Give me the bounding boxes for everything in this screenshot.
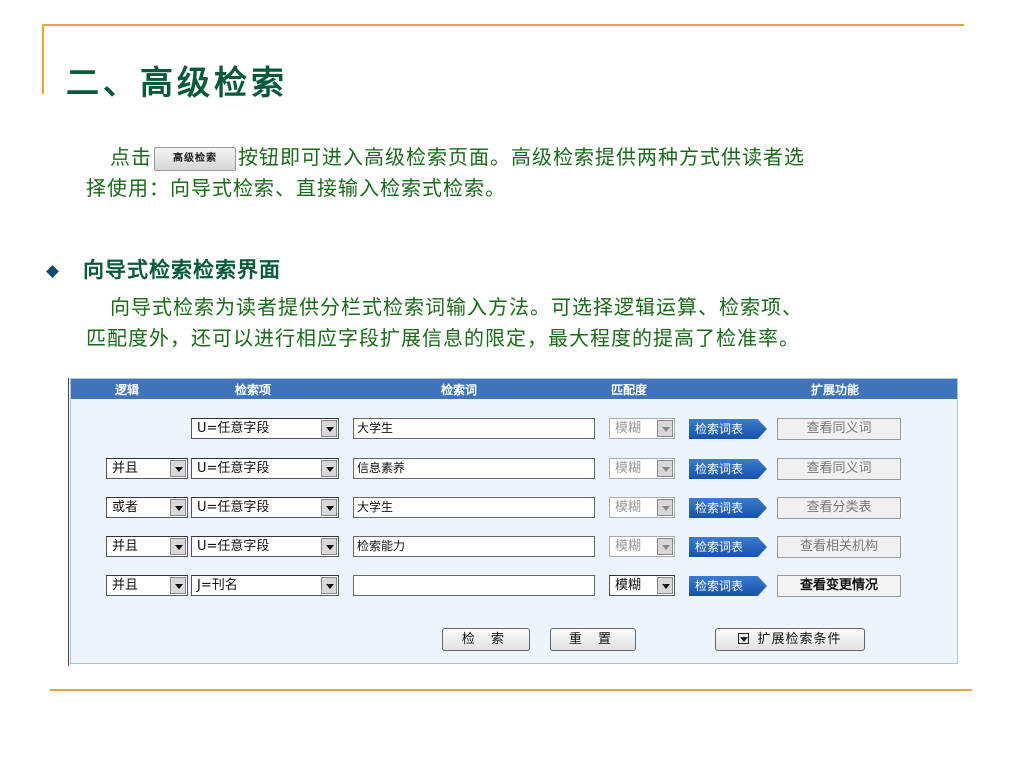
frame-left-line — [42, 24, 44, 94]
logic-select-value: 并且 — [112, 539, 139, 554]
panel-header: 逻辑 检索项 检索词 匹配度 扩展功能 — [71, 379, 957, 399]
field-select[interactable]: U=任意字段 — [191, 497, 339, 518]
search-row: 并且 U=任意字段 信息素养 模糊 检索词表 查看同义词 — [71, 458, 957, 482]
chevron-down-icon[interactable] — [170, 499, 186, 516]
search-row: 并且 U=任意字段 检索能力 模糊 检索词表 查看相关机构 — [71, 536, 957, 560]
ext-function-button[interactable]: 查看同义词 — [777, 418, 901, 440]
search-row: 并且 J=刊名 模糊 检索词表 查看变更情况 — [71, 575, 957, 599]
expand-conditions-label: 扩展检索条件 — [757, 632, 842, 647]
vocab-list-button[interactable]: 检索词表 — [689, 459, 767, 479]
field-select[interactable]: U=任意字段 — [191, 458, 339, 479]
ext-function-button[interactable]: 查看变更情况 — [777, 575, 901, 597]
ext-function-button[interactable]: 查看相关机构 — [777, 536, 901, 558]
chevron-down-icon[interactable] — [321, 420, 337, 437]
logic-select[interactable]: 并且 — [106, 575, 188, 596]
chevron-down-icon[interactable] — [170, 577, 186, 594]
field-select-value: J=刊名 — [197, 578, 238, 593]
panel-left-line — [68, 378, 69, 666]
match-select[interactable]: 模糊 — [609, 418, 675, 439]
field-select[interactable]: U=任意字段 — [191, 536, 339, 557]
chevron-down-icon[interactable] — [170, 460, 186, 477]
frame-bottom-line — [50, 689, 972, 691]
header-match: 匹配度 — [611, 383, 648, 397]
bullet-text: 向导式检索检索界面 — [83, 257, 281, 282]
match-select[interactable]: 模糊 — [609, 458, 675, 479]
logic-select[interactable]: 并且 — [106, 536, 188, 557]
guided-search-text: 向导式检索为读者提供分栏式检索词输入方法。可选择逻辑运算、检索项、匹配度外，还可… — [86, 295, 803, 350]
expand-conditions-button[interactable]: 扩展检索条件 — [715, 628, 865, 651]
field-select-value: U=任意字段 — [197, 461, 270, 476]
logic-select-value: 并且 — [112, 578, 139, 593]
slide-title: 二、高级检索 — [66, 63, 288, 102]
search-row: U=任意字段 大学生 模糊 检索词表 查看同义词 — [71, 418, 957, 442]
term-input[interactable]: 大学生 — [353, 418, 595, 439]
term-input[interactable]: 检索能力 — [353, 536, 595, 557]
intro-text-before: 点击 — [110, 145, 152, 169]
vocab-list-button[interactable]: 检索词表 — [689, 498, 767, 518]
header-ext: 扩展功能 — [811, 383, 860, 397]
chevron-down-icon[interactable] — [657, 460, 673, 477]
search-button[interactable]: 检 索 — [442, 628, 530, 651]
logic-select-value: 或者 — [112, 500, 139, 515]
ext-function-button[interactable]: 查看分类表 — [777, 497, 901, 519]
header-term: 检索词 — [441, 383, 478, 397]
chevron-down-icon[interactable] — [657, 577, 673, 594]
field-select-value: U=任意字段 — [197, 539, 270, 554]
term-input[interactable]: 信息素养 — [353, 458, 595, 479]
chevron-down-icon[interactable] — [657, 420, 673, 437]
diamond-bullet-icon — [46, 265, 59, 278]
bullet-heading: 向导式检索检索界面 — [46, 254, 281, 284]
vocab-list-button[interactable]: 检索词表 — [689, 576, 767, 596]
chevron-down-icon[interactable] — [321, 460, 337, 477]
term-input[interactable] — [353, 575, 595, 596]
reset-button[interactable]: 重 置 — [550, 628, 636, 651]
match-select[interactable]: 模糊 — [609, 536, 675, 557]
chevron-down-icon[interactable] — [321, 577, 337, 594]
field-select-value: U=任意字段 — [197, 500, 270, 515]
chevron-down-icon[interactable] — [170, 538, 186, 555]
match-select[interactable]: 模糊 — [609, 575, 675, 596]
intro-paragraph: 点击 高级检索 按钮即可进入高级检索页面。高级检索提供两种方式供读者选择使用：向导式… — [86, 142, 806, 204]
field-select-value: U=任意字段 — [197, 421, 270, 436]
frame-top-line — [42, 24, 964, 26]
header-logic: 逻辑 — [115, 383, 140, 397]
match-select-value: 模糊 — [615, 421, 642, 436]
match-select-value: 模糊 — [615, 500, 642, 515]
vocab-list-button[interactable]: 检索词表 — [689, 537, 767, 557]
field-select[interactable]: U=任意字段 — [191, 418, 339, 439]
match-select-value: 模糊 — [615, 539, 642, 554]
match-select[interactable]: 模糊 — [609, 497, 675, 518]
ext-function-button[interactable]: 查看同义词 — [777, 458, 901, 480]
guided-search-paragraph: 向导式检索为读者提供分栏式检索词输入方法。可选择逻辑运算、检索项、匹配度外，还可… — [86, 292, 806, 378]
chevron-down-icon[interactable] — [657, 538, 673, 555]
guided-search-panel: 逻辑 检索项 检索词 匹配度 扩展功能 U=任意字段 大学生 模糊 检索词表 查… — [70, 378, 958, 664]
search-row: 或者 U=任意字段 大学生 模糊 检索词表 查看分类表 — [71, 497, 957, 521]
chevron-down-icon[interactable] — [657, 499, 673, 516]
vocab-list-button[interactable]: 检索词表 — [689, 419, 767, 439]
advanced-search-button-image: 高级检索 — [154, 146, 236, 171]
chevron-down-icon[interactable] — [321, 499, 337, 516]
chevron-down-icon[interactable] — [321, 538, 337, 555]
expand-arrow-icon — [738, 633, 750, 644]
logic-select[interactable]: 并且 — [106, 458, 188, 479]
logic-select[interactable]: 或者 — [106, 497, 188, 518]
match-select-value: 模糊 — [615, 461, 642, 476]
header-field: 检索项 — [235, 383, 272, 397]
field-select[interactable]: J=刊名 — [191, 575, 339, 596]
logic-select-value: 并且 — [112, 461, 139, 476]
term-input[interactable]: 大学生 — [353, 497, 595, 518]
match-select-value: 模糊 — [615, 578, 642, 593]
